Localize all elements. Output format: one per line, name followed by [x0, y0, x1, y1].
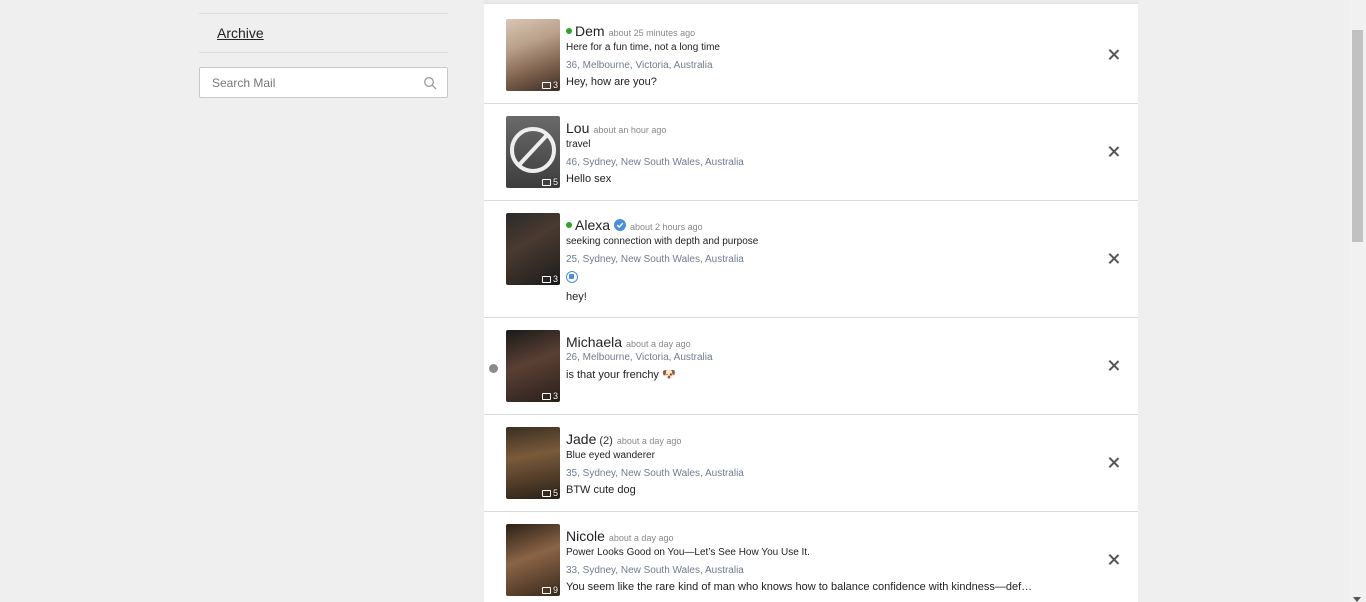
sender-name[interactable]: Alexa: [575, 217, 610, 233]
photo-count: 3: [541, 391, 558, 401]
search-input[interactable]: [212, 76, 412, 90]
message-time: about a day ago: [608, 533, 674, 543]
sender-name[interactable]: Jade: [566, 431, 596, 447]
photo-count: 5: [541, 177, 558, 187]
photo-count: 3: [541, 274, 558, 284]
sender-name[interactable]: Dem: [575, 23, 605, 39]
message-row[interactable]: 3 Michaela about a day ago 26, Melbourne…: [484, 318, 1138, 415]
delete-icon[interactable]: [1108, 554, 1120, 566]
search-icon[interactable]: [423, 76, 437, 90]
message-preview: You seem like the rare kind of man who k…: [566, 581, 1033, 593]
message-time: about a day ago: [626, 339, 691, 349]
page-scrollbar[interactable]: [1349, 0, 1366, 602]
delete-icon[interactable]: [1108, 253, 1120, 265]
sidebar: Archive: [199, 0, 448, 98]
message-preview: Hey, how are you?: [566, 76, 657, 88]
sender-tagline: Power Looks Good on You—Let’s See How Yo…: [566, 547, 810, 558]
message-preview: hey!: [566, 291, 587, 303]
search-box[interactable]: [199, 67, 448, 98]
message-preview: is that your frenchy 🐶: [566, 369, 676, 381]
message-time: about 25 minutes ago: [608, 28, 696, 38]
message-row[interactable]: 9 Nicole about a day ago Power Looks Goo…: [484, 512, 1138, 602]
sender-location: 33, Sydney, New South Wales, Australia: [566, 565, 744, 576]
message-row[interactable]: 3 Dem about 25 minutes ago Here for a fu…: [484, 4, 1138, 104]
delete-icon[interactable]: [1108, 457, 1120, 469]
sender-tagline: Blue eyed wanderer: [566, 450, 655, 461]
avatar[interactable]: 5: [506, 427, 560, 499]
message-content: Michaela about a day ago 26, Melbourne, …: [566, 334, 1078, 381]
camera-icon: [541, 178, 551, 186]
sender-location: 35, Sydney, New South Wales, Australia: [566, 468, 744, 479]
delete-icon[interactable]: [1108, 360, 1120, 372]
blocked-photo-icon: [510, 127, 556, 173]
message-time: about a day ago: [616, 436, 682, 446]
avatar[interactable]: 5: [506, 116, 560, 188]
delete-icon[interactable]: [1108, 146, 1120, 158]
message-badge-icon: [566, 271, 578, 283]
camera-icon: [541, 586, 551, 594]
sender-tagline: travel: [566, 139, 591, 150]
scroll-down-arrow-icon[interactable]: [1353, 597, 1361, 602]
unread-indicator-icon: [489, 364, 498, 373]
photo-count: 9: [541, 585, 558, 595]
avatar[interactable]: 9: [506, 524, 560, 596]
message-time: about 2 hours ago: [630, 222, 703, 232]
message-preview: BTW cute dog: [566, 484, 636, 496]
avatar[interactable]: 3: [506, 19, 560, 91]
delete-icon[interactable]: [1108, 49, 1120, 61]
sender-tagline: seeking connection with depth and purpos…: [566, 236, 759, 247]
message-time: about an hour ago: [593, 125, 667, 135]
photo-count: 3: [541, 80, 558, 90]
sender-location: 26, Melbourne, Victoria, Australia: [566, 352, 713, 363]
sender-location: 46, Sydney, New South Wales, Australia: [566, 157, 744, 168]
archive-link[interactable]: Archive: [199, 14, 448, 53]
message-content: Lou about an hour ago travel 46, Sydney,…: [566, 120, 1078, 185]
photo-count: 5: [541, 488, 558, 498]
message-content: Nicole about a day ago Power Looks Good …: [566, 528, 1078, 593]
sender-name[interactable]: Michaela: [566, 334, 622, 350]
online-status-icon: [566, 222, 572, 228]
verified-icon: [614, 219, 627, 231]
message-content: Dem about 25 minutes ago Here for a fun …: [566, 23, 1078, 88]
scrollbar-thumb[interactable]: [1352, 30, 1363, 242]
camera-icon: [541, 81, 551, 89]
sender-tagline: Here for a fun time, not a long time: [566, 42, 720, 53]
sender-name[interactable]: Nicole: [566, 528, 605, 544]
online-status-icon: [566, 28, 572, 34]
avatar[interactable]: 3: [506, 330, 560, 402]
sender-location: 25, Sydney, New South Wales, Australia: [566, 254, 744, 265]
camera-icon: [541, 275, 551, 283]
avatar[interactable]: 3: [506, 213, 560, 285]
sender-location: 36, Melbourne, Victoria, Australia: [566, 60, 713, 71]
message-content: Alexa about 2 hours ago seeking connecti…: [566, 217, 1078, 303]
message-count: (2): [599, 435, 613, 447]
message-list: 3 Dem about 25 minutes ago Here for a fu…: [484, 0, 1138, 602]
message-row[interactable]: 5 Lou about an hour ago travel 46, Sydne…: [484, 104, 1138, 201]
sender-name[interactable]: Lou: [566, 120, 589, 136]
camera-icon: [541, 489, 551, 497]
message-preview: Hello sex: [566, 173, 612, 185]
message-content: Jade (2) about a day ago Blue eyed wande…: [566, 431, 1078, 496]
message-row[interactable]: 3 Alexa about 2 hours ago seeking connec…: [484, 201, 1138, 318]
message-row[interactable]: 5 Jade (2) about a day ago Blue eyed wan…: [484, 415, 1138, 512]
camera-icon: [541, 392, 551, 400]
